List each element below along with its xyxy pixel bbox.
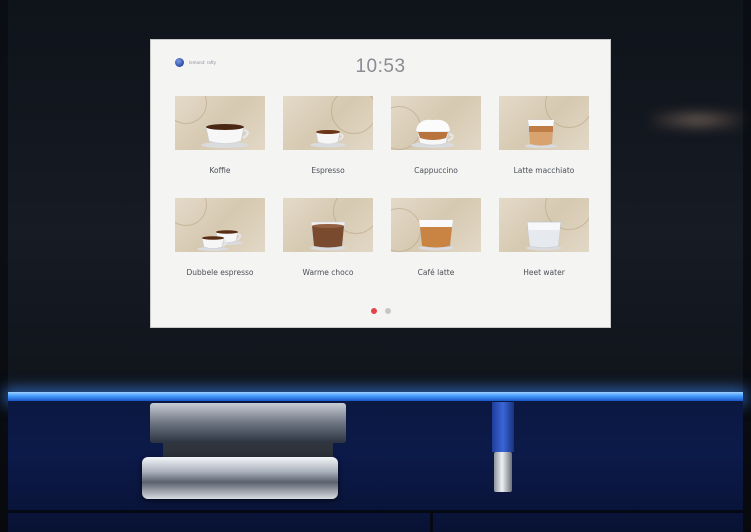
coffee-cup-icon bbox=[175, 96, 265, 150]
drink-label: Koffie bbox=[209, 166, 231, 175]
page-dot-active[interactable] bbox=[370, 308, 377, 314]
drink-tile-cappuccino[interactable]: Cappuccino bbox=[391, 96, 481, 192]
coffee-outlet-bracket bbox=[150, 403, 346, 443]
drink-tile-cafe-latte[interactable]: Café latte bbox=[391, 198, 481, 294]
drink-label: Latte macchiato bbox=[513, 166, 575, 175]
coffee-outlet-handle[interactable] bbox=[142, 457, 338, 499]
clock: 10:53 bbox=[355, 56, 406, 77]
glass-reflection bbox=[650, 112, 745, 128]
hot-water-glass-icon bbox=[499, 198, 589, 252]
hot-chocolate-glass-icon bbox=[283, 198, 373, 252]
drink-tile-warme-choco[interactable]: Warme choco bbox=[283, 198, 373, 294]
drink-label: Dubbele espresso bbox=[186, 268, 254, 277]
drink-tile-koffie[interactable]: Koffie bbox=[175, 96, 265, 192]
panel-divider-vertical bbox=[430, 512, 433, 532]
drink-label: Espresso bbox=[311, 166, 345, 175]
panel-divider bbox=[8, 510, 743, 513]
double-espresso-cups-icon bbox=[175, 198, 265, 252]
latte-macchiato-glass-icon bbox=[499, 96, 589, 150]
espresso-cup-icon bbox=[283, 96, 373, 150]
touchscreen: Iemand: rafty 10:53 Koffie Espresso Capp… bbox=[151, 40, 610, 327]
drink-tile-heet-water[interactable]: Heet water bbox=[499, 198, 589, 294]
drink-tile-dubbele-espresso[interactable]: Dubbele espresso bbox=[175, 198, 265, 294]
drink-label: Heet water bbox=[523, 268, 565, 277]
drink-label: Cappuccino bbox=[414, 166, 458, 175]
cafe-latte-glass-icon bbox=[391, 198, 481, 252]
drink-tile-latte-macchiato[interactable]: Latte macchiato bbox=[499, 96, 589, 192]
cappuccino-cup-icon bbox=[391, 96, 481, 150]
drink-tile-espresso[interactable]: Espresso bbox=[283, 96, 373, 192]
page-indicator bbox=[151, 308, 610, 314]
drink-label: Café latte bbox=[417, 268, 455, 277]
hot-water-spout bbox=[488, 402, 518, 494]
blue-led-strip bbox=[8, 392, 743, 401]
drink-label: Warme choco bbox=[302, 268, 354, 277]
page-dot[interactable] bbox=[384, 308, 391, 314]
